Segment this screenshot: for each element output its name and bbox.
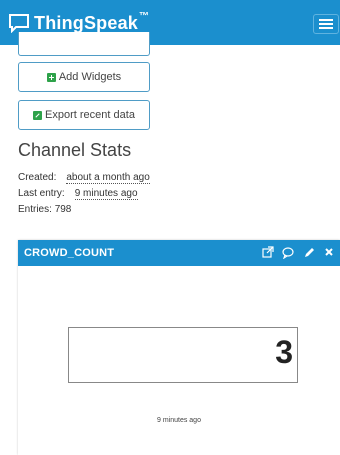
- entries-stat: Entries: 798: [18, 204, 71, 215]
- last-entry-value: 9 minutes ago: [74, 188, 138, 200]
- export-label: Export recent data: [45, 109, 135, 121]
- entries-label: Entries:: [18, 204, 52, 215]
- close-icon[interactable]: [323, 246, 335, 259]
- entries-value: 798: [54, 204, 72, 215]
- created-stat: Created: about a month ago: [18, 172, 150, 184]
- comment-icon[interactable]: [282, 246, 294, 259]
- created-label: Created:: [18, 172, 57, 183]
- export-recent-data-button[interactable]: Export recent data: [18, 100, 150, 130]
- menu-bar-icon: [319, 27, 333, 29]
- channel-stats-title: Channel Stats: [18, 140, 132, 160]
- crowd-count-widget: CROWD_COUNT 3 9 minutes ago: [18, 240, 340, 455]
- add-widgets-label: Add Widgets: [58, 71, 122, 83]
- last-entry-label: Last entry:: [18, 188, 65, 199]
- add-widgets-button[interactable]: Add Widgets: [18, 62, 150, 92]
- widget-header: CROWD_COUNT: [18, 240, 340, 266]
- menu-bar-icon: [319, 19, 333, 21]
- numeric-display-box: 3: [68, 327, 298, 383]
- plus-square-icon: [46, 72, 56, 82]
- widget-timestamp: 9 minutes ago: [157, 417, 201, 424]
- app-name: ThingSpeak: [34, 12, 139, 33]
- created-value: about a month ago: [66, 172, 150, 184]
- widget-title: CROWD_COUNT: [24, 247, 115, 259]
- crowd-count-value: 3: [275, 334, 293, 370]
- hamburger-menu-button[interactable]: [313, 14, 339, 34]
- external-link-icon[interactable]: [262, 246, 274, 259]
- menu-bar-icon: [319, 23, 333, 25]
- trademark: ™: [139, 11, 150, 22]
- speech-bubble-icon: [9, 14, 29, 33]
- pencil-icon[interactable]: [303, 246, 315, 259]
- last-entry-stat: Last entry: 9 minutes ago: [18, 188, 138, 200]
- export-arrow-icon: [33, 110, 43, 120]
- partially-hidden-button[interactable]: [18, 32, 150, 56]
